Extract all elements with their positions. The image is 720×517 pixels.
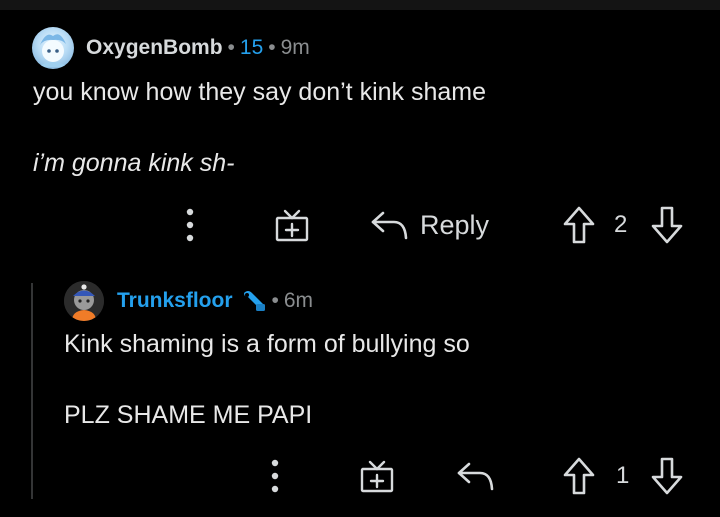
upvote-button[interactable]	[560, 202, 598, 248]
more-options-button[interactable]	[176, 202, 204, 248]
timestamp: 9m	[280, 36, 310, 59]
reply-button[interactable]: Reply	[370, 202, 500, 248]
upvote-arrow-icon	[563, 206, 595, 244]
reply-button[interactable]	[455, 453, 497, 499]
award-gift-icon	[359, 459, 395, 493]
more-options-icon	[271, 459, 279, 493]
top-bar	[0, 0, 720, 10]
vote-count: 2	[614, 211, 628, 238]
more-options-button[interactable]	[261, 453, 289, 499]
reply-arrow-icon	[456, 460, 496, 492]
comment-body-line-italic: i’m gonna kink sh-	[33, 149, 235, 177]
wrench-flair-icon	[241, 289, 267, 313]
reply-label: Reply	[420, 210, 490, 240]
more-options-icon	[186, 208, 194, 242]
downvote-button[interactable]	[648, 202, 686, 248]
username[interactable]: Trunksfloor	[117, 288, 233, 314]
separator-dot: •	[268, 36, 276, 59]
comment-actions: Reply 2	[0, 202, 720, 248]
avatar[interactable]	[32, 27, 74, 69]
award-gift-icon	[274, 208, 310, 242]
separator-dot: •	[271, 289, 279, 312]
downvote-arrow-icon	[651, 457, 683, 495]
downvote-button[interactable]	[648, 453, 686, 499]
comment-meta: OxygenBomb • 15 • 9m	[86, 35, 310, 61]
upvote-arrow-icon	[563, 457, 595, 495]
vote-count: 1	[616, 462, 630, 489]
score: 15	[239, 36, 264, 59]
avatar[interactable]	[64, 281, 104, 321]
timestamp: 6m	[283, 289, 314, 312]
upvote-button[interactable]	[560, 453, 598, 499]
comment-body-line: you know how they say don’t kink shame	[33, 78, 487, 106]
comment-actions: 1	[0, 453, 720, 499]
comment-body-line: PLZ SHAME ME PAPI	[64, 401, 313, 429]
comment-meta: Trunksfloor • 6m	[117, 288, 313, 314]
downvote-arrow-icon	[651, 206, 683, 244]
reply-arrow-icon	[370, 209, 410, 241]
username[interactable]: OxygenBomb	[86, 36, 223, 59]
comment-body-line: Kink shaming is a form of bullying so	[64, 330, 470, 358]
award-button[interactable]	[272, 202, 312, 248]
separator-dot: •	[227, 36, 235, 59]
award-button[interactable]	[357, 453, 397, 499]
